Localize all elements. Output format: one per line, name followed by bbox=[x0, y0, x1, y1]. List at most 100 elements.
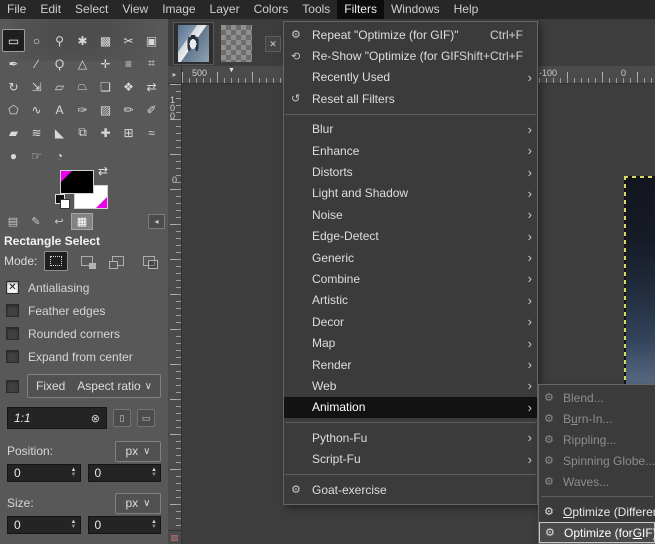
expand-from-center-checkbox[interactable] bbox=[6, 350, 19, 363]
tool-perspective[interactable]: ⏢ bbox=[71, 75, 94, 98]
quickmask-toggle-icon[interactable]: ▨ bbox=[168, 530, 182, 544]
menu-item-generic[interactable]: Generic › bbox=[284, 247, 537, 268]
position-unit-dropdown[interactable]: px ∨ bbox=[115, 440, 161, 462]
landscape-button[interactable]: ▭ bbox=[137, 409, 155, 427]
menu-item-map[interactable]: Map › bbox=[284, 332, 537, 353]
rounded-corners-checkbox[interactable] bbox=[6, 327, 19, 340]
tool-handle-transform[interactable]: ❖ bbox=[117, 75, 140, 98]
position-y-spinner[interactable]: 0 ▲ ▼ bbox=[87, 464, 161, 482]
menu-image[interactable]: Image bbox=[155, 0, 202, 19]
size-height-spinner[interactable]: 0 ▲ ▼ bbox=[87, 516, 161, 534]
tool-clone[interactable]: ⧉ bbox=[71, 121, 94, 144]
menu-item-combine[interactable]: Combine › bbox=[284, 268, 537, 289]
tool-paintbrush[interactable]: ✐ bbox=[140, 98, 163, 121]
menu-item-blur[interactable]: Blur › bbox=[284, 119, 537, 140]
menu-windows[interactable]: Windows bbox=[384, 0, 447, 19]
mode-replace-button[interactable] bbox=[44, 250, 69, 271]
menu-item-script-fu[interactable]: Script-Fu › bbox=[284, 448, 537, 469]
menu-item-decor[interactable]: Decor › bbox=[284, 311, 537, 332]
tool-bucket-fill[interactable]: ◣ bbox=[48, 121, 71, 144]
tool-text[interactable]: A bbox=[48, 98, 71, 121]
antialiasing-checkbox[interactable]: ✕ bbox=[6, 281, 19, 294]
size-unit-dropdown[interactable]: px ∨ bbox=[115, 492, 161, 514]
mode-subtract-button[interactable] bbox=[106, 251, 130, 271]
submenu-item-optimize-for-gif[interactable]: ⚙ Optimize (for GIF) bbox=[539, 522, 655, 543]
foreground-color-swatch[interactable] bbox=[60, 170, 94, 194]
menu-edit[interactable]: Edit bbox=[33, 0, 68, 19]
menu-file[interactable]: File bbox=[0, 0, 33, 19]
menu-item-distorts[interactable]: Distorts › bbox=[284, 161, 537, 182]
clear-icon[interactable]: ⊗ bbox=[91, 412, 100, 425]
image-tab-2[interactable] bbox=[216, 22, 257, 65]
tool-cage-transform[interactable]: ⬠ bbox=[2, 98, 25, 121]
feather-edges-checkbox[interactable] bbox=[6, 304, 19, 317]
tab-images-icon[interactable]: ▦ bbox=[71, 212, 93, 230]
menu-view[interactable]: View bbox=[115, 0, 155, 19]
tool-pencil[interactable]: ✏ bbox=[117, 98, 140, 121]
tool-blur-sharpen[interactable]: ● bbox=[2, 144, 25, 167]
position-x-spinner[interactable]: 0 ▲ ▼ bbox=[7, 464, 81, 482]
menu-colors[interactable]: Colors bbox=[247, 0, 296, 19]
tool-paths[interactable]: ✒ bbox=[2, 52, 25, 75]
submenu-item-optimize-difference[interactable]: ⚙ Optimize (Difference) bbox=[539, 501, 655, 522]
menu-item-render[interactable]: Render › bbox=[284, 354, 537, 375]
close-icon[interactable]: ✕ bbox=[265, 36, 281, 52]
spinner-arrows-icon[interactable]: ▲ ▼ bbox=[71, 519, 80, 530]
vertical-ruler[interactable]: 100 0 bbox=[168, 84, 182, 544]
tool-smudge[interactable]: ☞ bbox=[25, 144, 48, 167]
aspect-ratio-input[interactable]: 1:1 ⊗ bbox=[7, 407, 107, 429]
tool-eraser[interactable]: ▰ bbox=[2, 121, 25, 144]
tool-flip[interactable]: ⇄ bbox=[140, 75, 163, 98]
tab-device-status-icon[interactable]: ✎ bbox=[25, 213, 47, 230]
ruler-corner[interactable]: ▸ bbox=[168, 66, 182, 84]
menu-tools[interactable]: Tools bbox=[295, 0, 337, 19]
tool-rotate[interactable]: ↻ bbox=[2, 75, 25, 98]
image-tab-1[interactable] bbox=[173, 22, 214, 65]
tool-scissors-select[interactable]: ✂ bbox=[117, 29, 140, 52]
spinner-arrows-icon[interactable]: ▲ ▼ bbox=[71, 467, 80, 478]
dock-collapse-icon[interactable]: ◂ bbox=[148, 213, 165, 229]
menu-filters[interactable]: Filters bbox=[337, 0, 384, 19]
menu-item-repeat[interactable]: ⚙ Repeat "Optimize (for GIF)" Ctrl+F bbox=[284, 24, 537, 45]
mode-intersect-button[interactable] bbox=[137, 251, 161, 271]
menu-item-python-fu[interactable]: Python-Fu › bbox=[284, 427, 537, 448]
tool-fuzzy-select[interactable]: ✱ bbox=[71, 29, 94, 52]
size-width-spinner[interactable]: 0 ▲ ▼ bbox=[7, 516, 81, 534]
portrait-button[interactable]: ▯ bbox=[113, 409, 131, 427]
tool-rectangle-select[interactable]: ▭ bbox=[2, 29, 25, 52]
tool-dodge-burn[interactable]: ◔ bbox=[48, 144, 71, 167]
tool-unified-transform[interactable]: ❏ bbox=[94, 75, 117, 98]
menu-item-recently-used[interactable]: Recently Used › bbox=[284, 67, 537, 88]
menu-item-artistic[interactable]: Artistic › bbox=[284, 290, 537, 311]
tool-heal[interactable]: ✚ bbox=[94, 121, 117, 144]
tool-zoom[interactable]: Ϙ bbox=[48, 52, 71, 75]
menu-help[interactable]: Help bbox=[447, 0, 486, 19]
tool-scale[interactable]: ⇲ bbox=[25, 75, 48, 98]
tool-shear[interactable]: ▱ bbox=[48, 75, 71, 98]
tool-crop[interactable]: ⌗ bbox=[140, 52, 163, 75]
fixed-checkbox[interactable] bbox=[6, 379, 19, 393]
tool-free-select[interactable]: ⚲ bbox=[48, 29, 71, 52]
tab-undo-history-icon[interactable]: ↩ bbox=[48, 213, 70, 230]
spinner-arrows-icon[interactable]: ▲ ▼ bbox=[151, 467, 160, 478]
menu-item-enhance[interactable]: Enhance › bbox=[284, 140, 537, 161]
tool-color-picker[interactable]: ∕ bbox=[25, 52, 48, 75]
tool-select-by-color[interactable]: ▩ bbox=[94, 29, 117, 52]
tool-airbrush[interactable]: ≋ bbox=[25, 121, 48, 144]
menu-item-animation[interactable]: Animation › bbox=[284, 396, 537, 419]
tool-ink[interactable]: ✑ bbox=[71, 98, 94, 121]
spinner-arrows-icon[interactable]: ▲ ▼ bbox=[151, 519, 160, 530]
mode-add-button[interactable] bbox=[75, 251, 99, 271]
tool-warp-transform[interactable]: ∿ bbox=[25, 98, 48, 121]
tool-move[interactable]: ✛ bbox=[94, 52, 117, 75]
tool-foreground-select[interactable]: ▣ bbox=[140, 29, 163, 52]
menu-item-edge-detect[interactable]: Edge-Detect › bbox=[284, 226, 537, 247]
tool-perspective-clone[interactable]: ⊞ bbox=[117, 121, 140, 144]
tool-measure[interactable]: △ bbox=[71, 52, 94, 75]
tool-gradient[interactable]: ▨ bbox=[94, 98, 117, 121]
default-colors-icon[interactable] bbox=[55, 194, 70, 209]
menu-item-re-show[interactable]: ⟲ Re-Show "Optimize (for GIF)" Shift+Ctr… bbox=[284, 45, 537, 66]
tab-tool-options-icon[interactable]: ▤ bbox=[2, 213, 24, 230]
menu-item-noise[interactable]: Noise › bbox=[284, 204, 537, 225]
menu-item-goat-exercise[interactable]: ⚙ Goat-exercise bbox=[284, 479, 537, 500]
